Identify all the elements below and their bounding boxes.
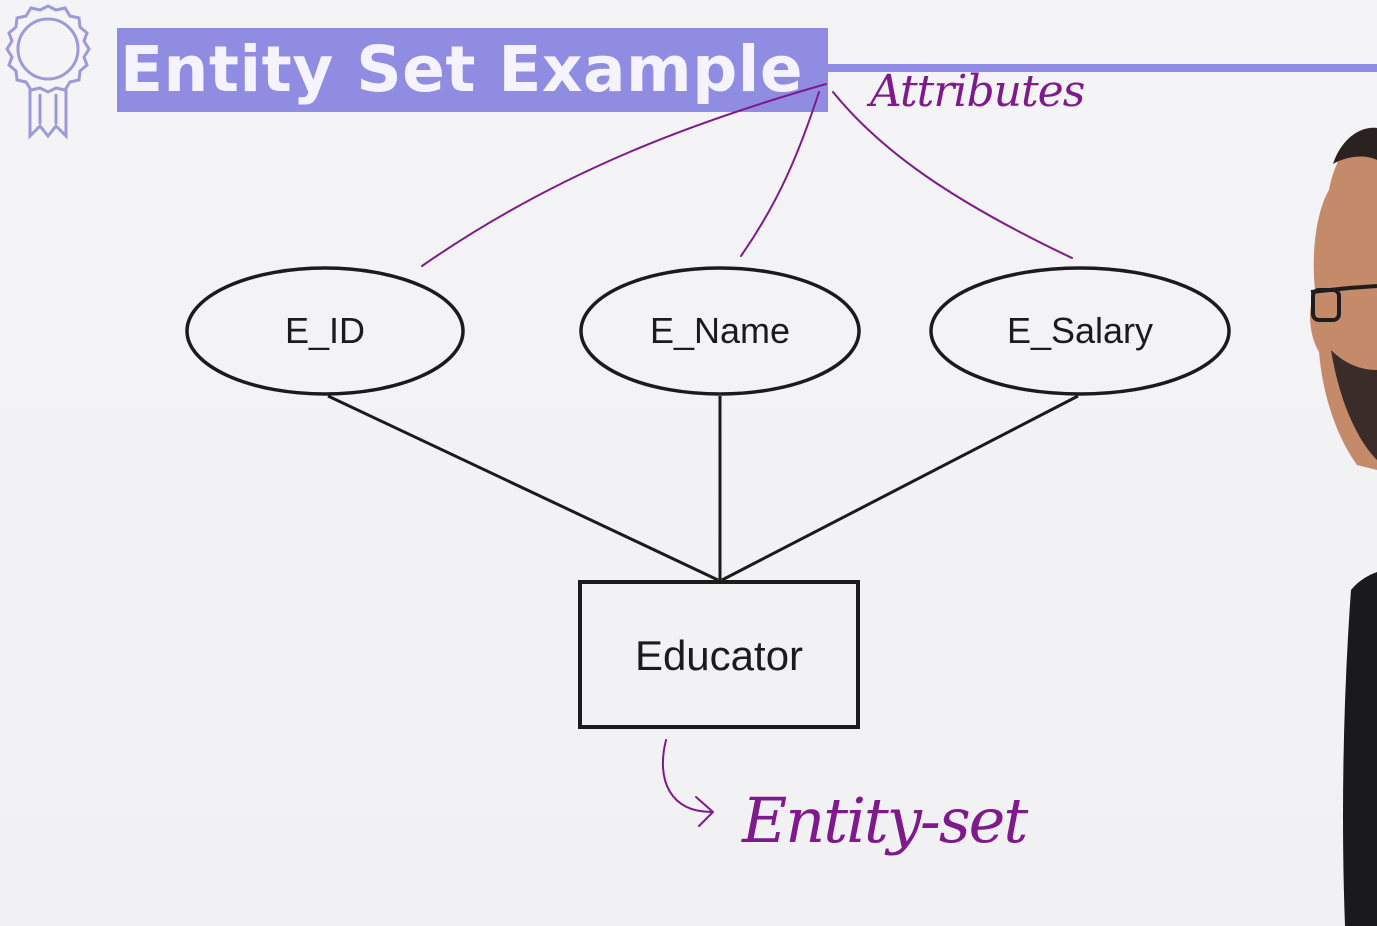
presenter-image: [1310, 127, 1377, 926]
connector-esalary: [721, 394, 1079, 582]
annotation-arrow-to-entity-set: [661, 739, 714, 827]
connector-eid: [327, 394, 719, 582]
annotation-attributes: Attributes: [866, 66, 1085, 117]
slide: Entity Set Example E_ID E_Name E_Salary …: [0, 0, 1377, 926]
attribute-label-esalary: E_Salary: [1007, 310, 1153, 351]
annotation-entity-set: Entity-set: [741, 784, 1028, 857]
annotation-stroke-to-ename: [740, 91, 820, 257]
entity-label-educator: Educator: [635, 632, 803, 679]
annotation-stroke-to-eid: [421, 83, 827, 267]
er-diagram: E_ID E_Name E_Salary Educator Attributes…: [185, 66, 1231, 857]
attribute-label-ename: E_Name: [650, 310, 790, 351]
attribute-label-eid: E_ID: [285, 310, 365, 351]
